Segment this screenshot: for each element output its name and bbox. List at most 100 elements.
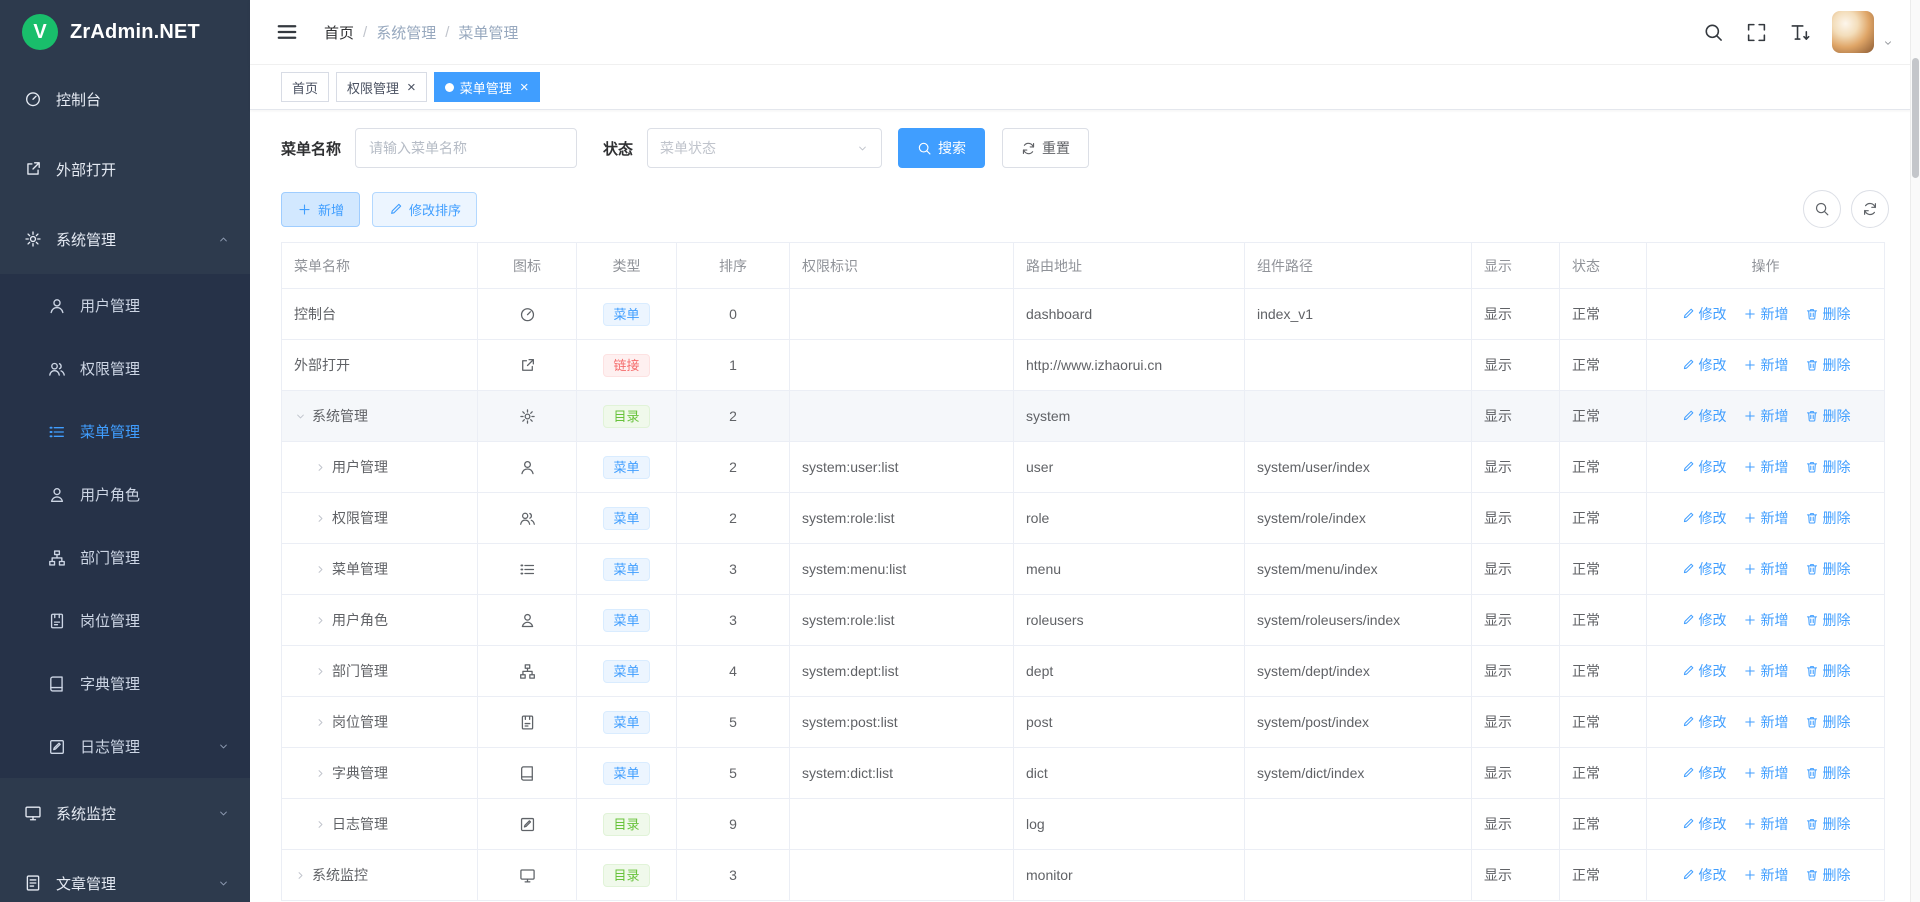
status-cell: 正常 [1560, 595, 1647, 646]
caret-right-icon[interactable] [314, 563, 327, 576]
caret-down-icon[interactable] [294, 410, 307, 423]
view-tab[interactable]: 权限管理× [336, 72, 427, 102]
type-badge: 目录 [603, 864, 649, 887]
sidebar-item[interactable]: 岗位管理 [0, 589, 250, 652]
table-row: 部门管理菜单4system:dept:listdeptsystem/dept/i… [282, 646, 1885, 697]
delete-link[interactable]: 删除 [1805, 763, 1851, 783]
sidebar-item[interactable]: 权限管理 [0, 337, 250, 400]
delete-link[interactable]: 删除 [1805, 406, 1851, 426]
edit-link[interactable]: 修改 [1681, 559, 1727, 579]
add-link[interactable]: 新增 [1743, 355, 1789, 375]
edit-link[interactable]: 修改 [1681, 508, 1727, 528]
type-badge: 目录 [603, 405, 649, 428]
sidebar-item[interactable]: 菜单管理 [0, 400, 250, 463]
breadcrumb-separator: / [445, 24, 449, 41]
edit-link[interactable]: 修改 [1681, 355, 1727, 375]
caret-right-icon[interactable] [314, 716, 327, 729]
caret-right-icon[interactable] [314, 767, 327, 780]
sidebar-item[interactable]: 日志管理 [0, 715, 250, 778]
edit-link[interactable]: 修改 [1681, 661, 1727, 681]
add-link[interactable]: 新增 [1743, 508, 1789, 528]
sidebar-item[interactable]: 系统管理 [0, 204, 250, 274]
path-cell: dashboard [1014, 289, 1245, 340]
menu-type-cell: 目录 [577, 850, 677, 901]
search-button[interactable]: 搜索 [898, 128, 985, 168]
add-button[interactable]: 新增 [281, 192, 360, 227]
add-link[interactable]: 新增 [1743, 661, 1789, 681]
caret-right-icon[interactable] [314, 818, 327, 831]
caret-right-icon[interactable] [314, 614, 327, 627]
view-tab[interactable]: 菜单管理× [434, 72, 540, 102]
delete-link[interactable]: 删除 [1805, 814, 1851, 834]
add-link[interactable]: 新增 [1743, 814, 1789, 834]
add-link[interactable]: 新增 [1743, 304, 1789, 324]
sidebar-item[interactable]: 系统监控 [0, 778, 250, 848]
sidebar-item[interactable]: 控制台 [0, 64, 250, 134]
search-icon[interactable] [1703, 22, 1724, 43]
path-cell: system [1014, 391, 1245, 442]
sidebar-item[interactable]: 文章管理 [0, 848, 250, 902]
perms-cell [790, 799, 1014, 850]
add-link[interactable]: 新增 [1743, 712, 1789, 732]
edit-link[interactable]: 修改 [1681, 865, 1727, 885]
sidebar-item[interactable]: 外部打开 [0, 134, 250, 204]
add-link[interactable]: 新增 [1743, 406, 1789, 426]
fullscreen-icon[interactable] [1746, 22, 1767, 43]
view-tab[interactable]: 首页 [281, 72, 329, 102]
sidebar-item[interactable]: 字典管理 [0, 652, 250, 715]
close-icon[interactable]: × [520, 80, 529, 95]
add-link[interactable]: 新增 [1743, 457, 1789, 477]
sort-cell: 1 [677, 340, 790, 391]
chevron-down-icon[interactable] [1882, 37, 1894, 49]
app-logo[interactable]: V ZrAdmin.NET [0, 0, 250, 64]
table-search-button[interactable] [1803, 190, 1841, 228]
component-cell: system/role/index [1245, 493, 1472, 544]
table-refresh-button[interactable] [1851, 190, 1889, 228]
caret-right-icon[interactable] [314, 665, 327, 678]
edit-link[interactable]: 修改 [1681, 814, 1727, 834]
delete-link[interactable]: 删除 [1805, 355, 1851, 375]
menu-name-input[interactable] [355, 128, 577, 168]
breadcrumb-item[interactable]: 首页 [324, 22, 354, 43]
delete-link[interactable]: 删除 [1805, 559, 1851, 579]
close-icon[interactable]: × [407, 80, 416, 95]
sidebar-item[interactable]: 部门管理 [0, 526, 250, 589]
menu-name: 外部打开 [294, 355, 465, 375]
edit-link[interactable]: 修改 [1681, 457, 1727, 477]
breadcrumb-item[interactable]: 系统管理 [376, 22, 436, 43]
edit-link[interactable]: 修改 [1681, 406, 1727, 426]
sort-button[interactable]: 修改排序 [372, 192, 477, 227]
delete-link[interactable]: 删除 [1805, 457, 1851, 477]
reset-button[interactable]: 重置 [1002, 128, 1089, 168]
user-avatar[interactable] [1832, 11, 1874, 53]
ops-cell: 修改新增删除 [1647, 595, 1885, 646]
sidebar-item[interactable]: 用户管理 [0, 274, 250, 337]
add-link[interactable]: 新增 [1743, 559, 1789, 579]
edit-link[interactable]: 修改 [1681, 610, 1727, 630]
edit-link[interactable]: 修改 [1681, 763, 1727, 783]
page-scrollbar[interactable] [1910, 0, 1920, 902]
delete-link[interactable]: 删除 [1805, 712, 1851, 732]
column-header: 操作 [1647, 243, 1885, 289]
status-select[interactable]: 菜单状态 [647, 128, 882, 168]
menu-name-cell: 用户管理 [282, 442, 478, 493]
delete-link[interactable]: 删除 [1805, 865, 1851, 885]
delete-link[interactable]: 删除 [1805, 610, 1851, 630]
delete-link[interactable]: 删除 [1805, 304, 1851, 324]
sidebar-item-label: 部门管理 [80, 547, 140, 568]
font-size-icon[interactable] [1789, 22, 1810, 43]
add-link[interactable]: 新增 [1743, 865, 1789, 885]
add-link[interactable]: 新增 [1743, 763, 1789, 783]
hamburger-icon[interactable] [276, 21, 298, 43]
edit-link[interactable]: 修改 [1681, 304, 1727, 324]
caret-right-icon[interactable] [314, 461, 327, 474]
add-link[interactable]: 新增 [1743, 610, 1789, 630]
delete-link[interactable]: 删除 [1805, 661, 1851, 681]
edit-link[interactable]: 修改 [1681, 712, 1727, 732]
delete-link[interactable]: 删除 [1805, 508, 1851, 528]
caret-right-icon[interactable] [294, 869, 307, 882]
scrollbar-thumb[interactable] [1912, 58, 1919, 178]
type-badge: 菜单 [603, 558, 649, 581]
caret-right-icon[interactable] [314, 512, 327, 525]
sidebar-item[interactable]: 用户角色 [0, 463, 250, 526]
